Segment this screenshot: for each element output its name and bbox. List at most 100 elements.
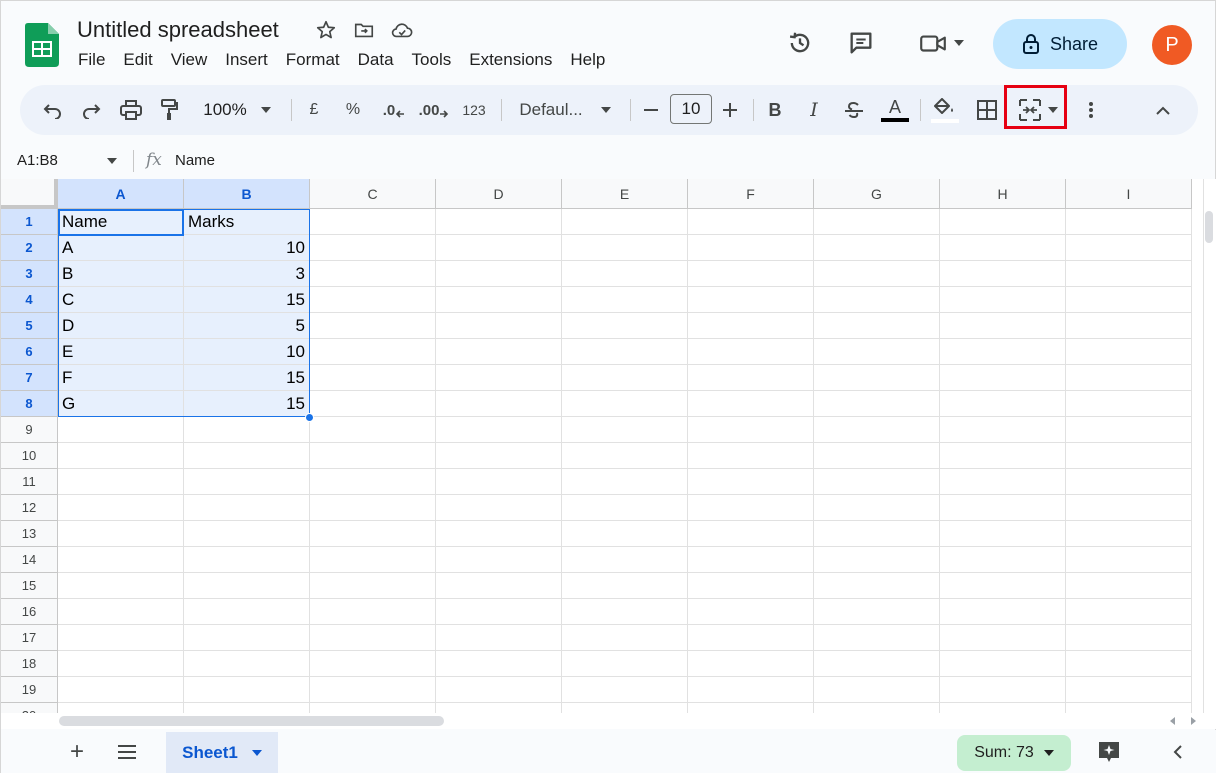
cell-g16[interactable] — [814, 599, 940, 625]
row-header-15[interactable]: 15 — [1, 573, 58, 599]
cell-h19[interactable] — [940, 677, 1066, 703]
column-header-c[interactable]: C — [310, 179, 436, 209]
cell-b17[interactable] — [184, 625, 310, 651]
menu-extensions[interactable]: Extensions — [460, 49, 561, 71]
cell-e5[interactable] — [562, 313, 688, 339]
cell-c17[interactable] — [310, 625, 436, 651]
cell-i19[interactable] — [1066, 677, 1192, 703]
row-header-6[interactable]: 6 — [1, 339, 58, 365]
formula-input[interactable]: Name — [175, 152, 215, 169]
cell-g11[interactable] — [814, 469, 940, 495]
percent-format-button[interactable]: % — [342, 85, 364, 135]
menu-view[interactable]: View — [162, 49, 217, 71]
cell-a19[interactable] — [58, 677, 184, 703]
row-header-4[interactable]: 4 — [1, 287, 58, 313]
side-panel-toggle-icon[interactable] — [1173, 744, 1191, 762]
cell-a17[interactable] — [58, 625, 184, 651]
cell-c4[interactable] — [310, 287, 436, 313]
cell-c3[interactable] — [310, 261, 436, 287]
move-folder-icon[interactable] — [351, 17, 377, 43]
cell-b10[interactable] — [184, 443, 310, 469]
cell-e3[interactable] — [562, 261, 688, 287]
cell-d8[interactable] — [436, 391, 562, 417]
increase-decimal-button[interactable]: .00 — [418, 85, 450, 135]
cell-a7[interactable]: F — [58, 365, 184, 391]
cell-c2[interactable] — [310, 235, 436, 261]
caret-down-icon[interactable] — [251, 750, 262, 756]
cell-e8[interactable] — [562, 391, 688, 417]
cell-h13[interactable] — [940, 521, 1066, 547]
cell-d10[interactable] — [436, 443, 562, 469]
cell-a8[interactable]: G — [58, 391, 184, 417]
cell-f6[interactable] — [688, 339, 814, 365]
cell-d9[interactable] — [436, 417, 562, 443]
cell-g14[interactable] — [814, 547, 940, 573]
cell-i15[interactable] — [1066, 573, 1192, 599]
cell-h1[interactable] — [940, 209, 1066, 235]
cell-f2[interactable] — [688, 235, 814, 261]
cell-e4[interactable] — [562, 287, 688, 313]
column-header-g[interactable]: G — [814, 179, 940, 209]
cell-i9[interactable] — [1066, 417, 1192, 443]
cell-f1[interactable] — [688, 209, 814, 235]
cell-e9[interactable] — [562, 417, 688, 443]
cell-g7[interactable] — [814, 365, 940, 391]
cell-b6[interactable]: 10 — [184, 339, 310, 365]
cell-h15[interactable] — [940, 573, 1066, 599]
cell-d6[interactable] — [436, 339, 562, 365]
scroll-right-icon[interactable] — [1189, 717, 1197, 725]
cell-e2[interactable] — [562, 235, 688, 261]
cell-a11[interactable] — [58, 469, 184, 495]
cell-b5[interactable]: 5 — [184, 313, 310, 339]
name-box[interactable]: A1:B8 — [17, 152, 58, 169]
cell-i7[interactable] — [1066, 365, 1192, 391]
text-color-button[interactable]: A — [879, 85, 911, 135]
cell-i8[interactable] — [1066, 391, 1192, 417]
strikethrough-icon[interactable] — [842, 85, 866, 135]
zoom-select[interactable]: 100% — [196, 85, 278, 135]
cell-h3[interactable] — [940, 261, 1066, 287]
cell-a4[interactable]: C — [58, 287, 184, 313]
cell-h10[interactable] — [940, 443, 1066, 469]
cell-b12[interactable] — [184, 495, 310, 521]
more-formats-button[interactable]: 123 — [459, 85, 489, 135]
cell-e13[interactable] — [562, 521, 688, 547]
cell-i13[interactable] — [1066, 521, 1192, 547]
row-header-5[interactable]: 5 — [1, 313, 58, 339]
cell-d2[interactable] — [436, 235, 562, 261]
menu-edit[interactable]: Edit — [114, 49, 161, 71]
column-header-i[interactable]: I — [1066, 179, 1192, 209]
cell-h7[interactable] — [940, 365, 1066, 391]
row-header-2[interactable]: 2 — [1, 235, 58, 261]
cell-d18[interactable] — [436, 651, 562, 677]
row-header-11[interactable]: 11 — [1, 469, 58, 495]
cell-c12[interactable] — [310, 495, 436, 521]
menu-data[interactable]: Data — [349, 49, 403, 71]
font-size-input[interactable]: 10 — [670, 94, 712, 124]
cell-f18[interactable] — [688, 651, 814, 677]
menu-help[interactable]: Help — [561, 49, 614, 71]
cell-g8[interactable] — [814, 391, 940, 417]
cell-g2[interactable] — [814, 235, 940, 261]
row-header-3[interactable]: 3 — [1, 261, 58, 287]
cell-e7[interactable] — [562, 365, 688, 391]
scroll-left-icon[interactable] — [1169, 717, 1177, 725]
cell-f4[interactable] — [688, 287, 814, 313]
cell-g6[interactable] — [814, 339, 940, 365]
italic-button[interactable]: I — [803, 85, 825, 135]
cell-i11[interactable] — [1066, 469, 1192, 495]
cell-f11[interactable] — [688, 469, 814, 495]
cell-f14[interactable] — [688, 547, 814, 573]
column-header-h[interactable]: H — [940, 179, 1066, 209]
cell-d14[interactable] — [436, 547, 562, 573]
cell-f8[interactable] — [688, 391, 814, 417]
cell-c1[interactable] — [310, 209, 436, 235]
menu-format[interactable]: Format — [277, 49, 349, 71]
cell-d7[interactable] — [436, 365, 562, 391]
cell-b2[interactable]: 10 — [184, 235, 310, 261]
cell-a14[interactable] — [58, 547, 184, 573]
cloud-saved-icon[interactable] — [389, 17, 415, 43]
cell-e14[interactable] — [562, 547, 688, 573]
cell-c5[interactable] — [310, 313, 436, 339]
cell-h12[interactable] — [940, 495, 1066, 521]
